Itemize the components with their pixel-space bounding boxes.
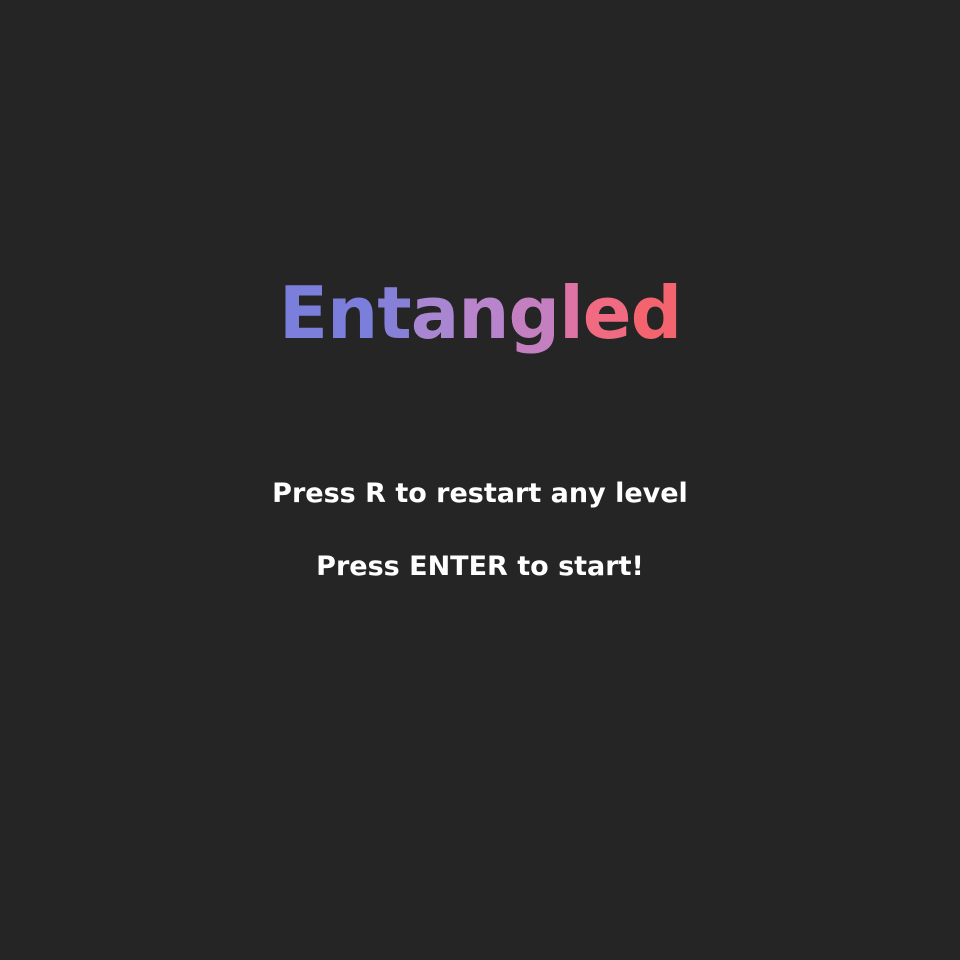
restart-instruction: Press R to restart any level (272, 478, 688, 509)
title-letter: e (582, 271, 632, 355)
title-letter: t (377, 271, 411, 355)
title-letter: E (278, 271, 328, 355)
title-letter: a (410, 271, 460, 355)
title-letter: g (508, 271, 561, 355)
title-letter: n (327, 271, 378, 355)
title-letter: l (559, 271, 584, 355)
title-letter: n (458, 271, 509, 355)
game-title: Entangled (0, 268, 960, 358)
start-instruction: Press ENTER to start! (316, 551, 644, 582)
title-screen: Entangled Press R to restart any level P… (0, 0, 960, 960)
title-letter: d (630, 271, 683, 355)
